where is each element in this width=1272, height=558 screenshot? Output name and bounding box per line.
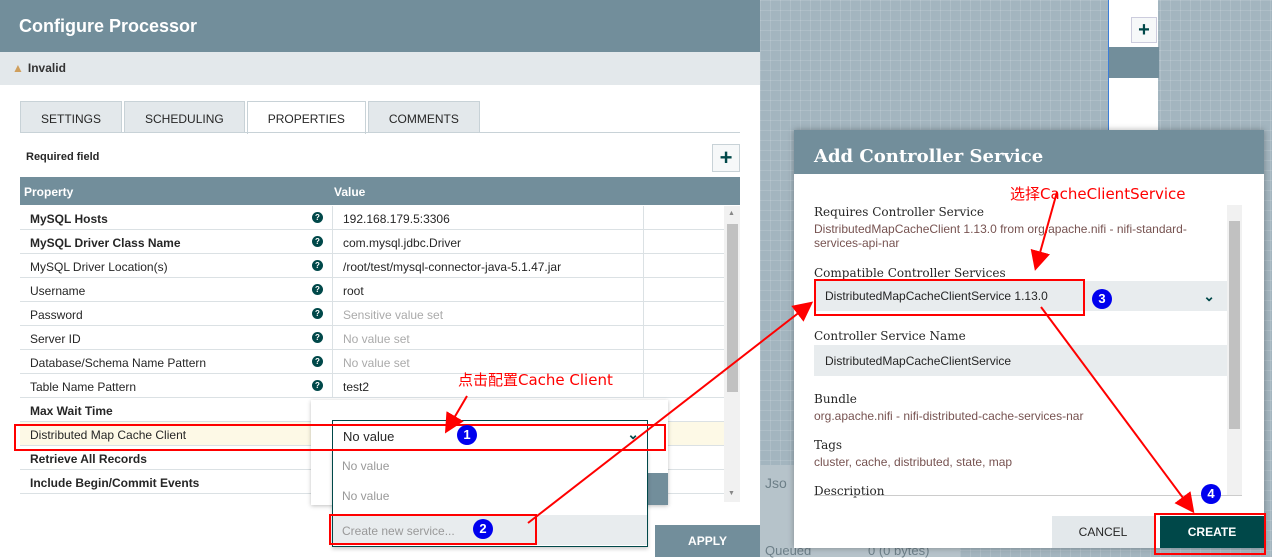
annotation-note-3: 选择CacheClientService: [1010, 185, 1186, 203]
arrow-2: [527, 301, 814, 524]
highlight-create-service: [329, 514, 537, 545]
step-badge-3: 3: [1092, 289, 1112, 309]
highlight-cache-client-row: [14, 424, 666, 451]
arrow-4: [1040, 306, 1195, 514]
highlight-create-button: [1154, 513, 1266, 555]
highlight-compatible-service: [814, 279, 1085, 316]
step-badge-2: 2: [473, 519, 493, 539]
annotation-note-1: 点击配置Cache Client: [458, 371, 613, 389]
step-badge-4: 4: [1201, 484, 1221, 504]
step-badge-1: 1: [457, 425, 477, 445]
